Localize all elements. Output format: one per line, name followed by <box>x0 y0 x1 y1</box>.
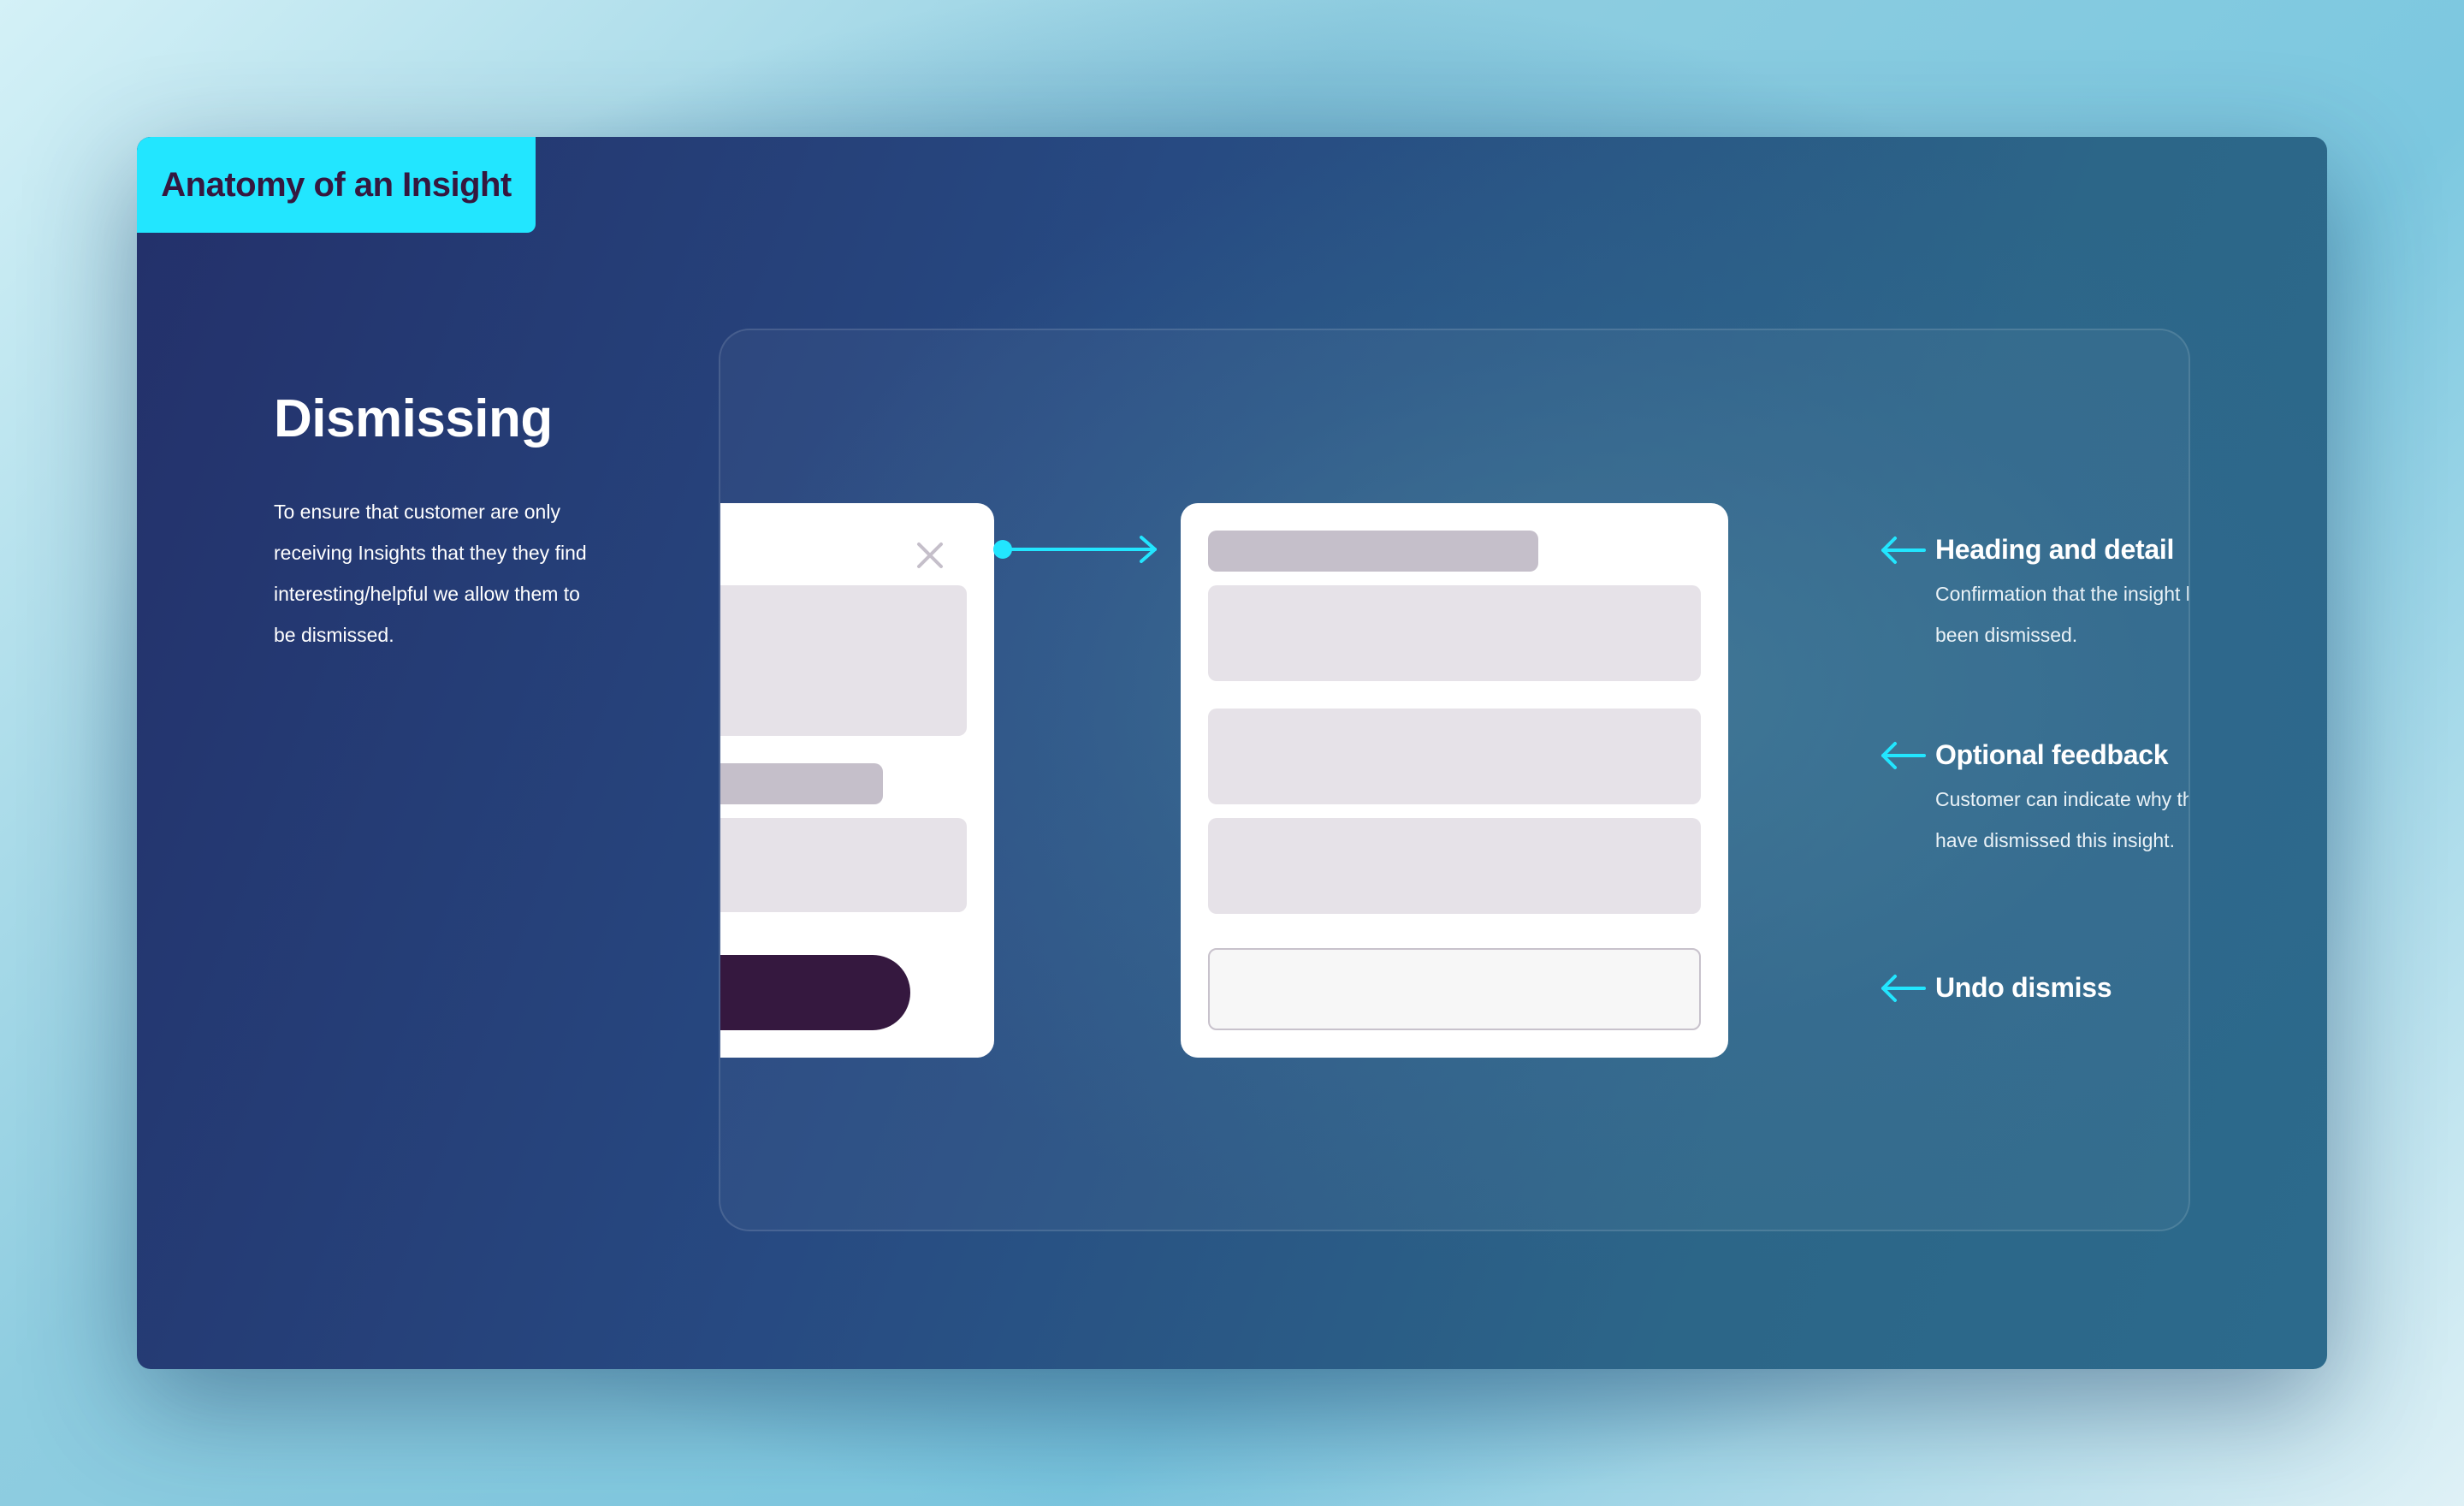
close-icon[interactable] <box>915 541 945 570</box>
undo-dismiss-button[interactable] <box>1208 948 1701 1030</box>
content-placeholder <box>720 585 967 736</box>
annotation-optional-feedback: Optional feedback Customer can indicate … <box>1880 738 2190 861</box>
feedback-option-placeholder[interactable] <box>1208 709 1701 804</box>
slide-frame: Anatomy of an Insight Dismissing To ensu… <box>137 137 2327 1369</box>
section-heading: Dismissing <box>274 389 553 448</box>
annotation-description: Customer can indicate why they have dism… <box>1935 779 2190 861</box>
heading-placeholder <box>1208 531 1538 572</box>
detail-placeholder <box>1208 585 1701 681</box>
label-placeholder <box>720 763 883 804</box>
primary-action-button[interactable] <box>720 955 910 1030</box>
description-line: receiving Insights that they they find <box>274 542 587 564</box>
description-line: been dismissed. <box>1935 624 2078 646</box>
annotation-title: Heading and detail <box>1935 534 2175 565</box>
title-tab: Anatomy of an Insight <box>137 137 536 233</box>
description-line: Confirmation that the insight has <box>1935 583 2190 605</box>
annotation-description: Confirmation that the insight has been d… <box>1935 573 2190 655</box>
description-line: Customer can indicate why they <box>1935 788 2190 810</box>
section-description: To ensure that customer are only receivi… <box>274 491 633 655</box>
insight-card-before <box>720 503 994 1058</box>
arrow-left-icon <box>1881 537 1926 564</box>
feedback-option-placeholder[interactable] <box>1208 818 1701 914</box>
arrow-left-icon <box>1881 975 1926 1002</box>
description-line: To ensure that customer are only <box>274 501 560 523</box>
annotation-title: Optional feedback <box>1935 739 2169 770</box>
diagram-stage: Heading and detail Confirmation that the… <box>719 329 2190 1231</box>
intro-section: Dismissing To ensure that customer are o… <box>274 385 633 655</box>
content-placeholder <box>720 818 967 912</box>
description-line: interesting/helpful we allow them to <box>274 583 580 605</box>
description-line: be dismissed. <box>274 624 394 646</box>
annotation-heading-detail: Heading and detail Confirmation that the… <box>1880 532 2190 655</box>
annotation-undo-dismiss: Undo dismiss <box>1880 970 2112 1005</box>
arrow-left-icon <box>1881 742 1926 769</box>
arrow-right-icon <box>993 536 1157 563</box>
description-line: have dismissed this insight. <box>1935 829 2175 851</box>
slide-title: Anatomy of an Insight <box>161 165 512 204</box>
annotation-title: Undo dismiss <box>1935 972 2112 1003</box>
insight-card-dismissed <box>1181 503 1728 1058</box>
